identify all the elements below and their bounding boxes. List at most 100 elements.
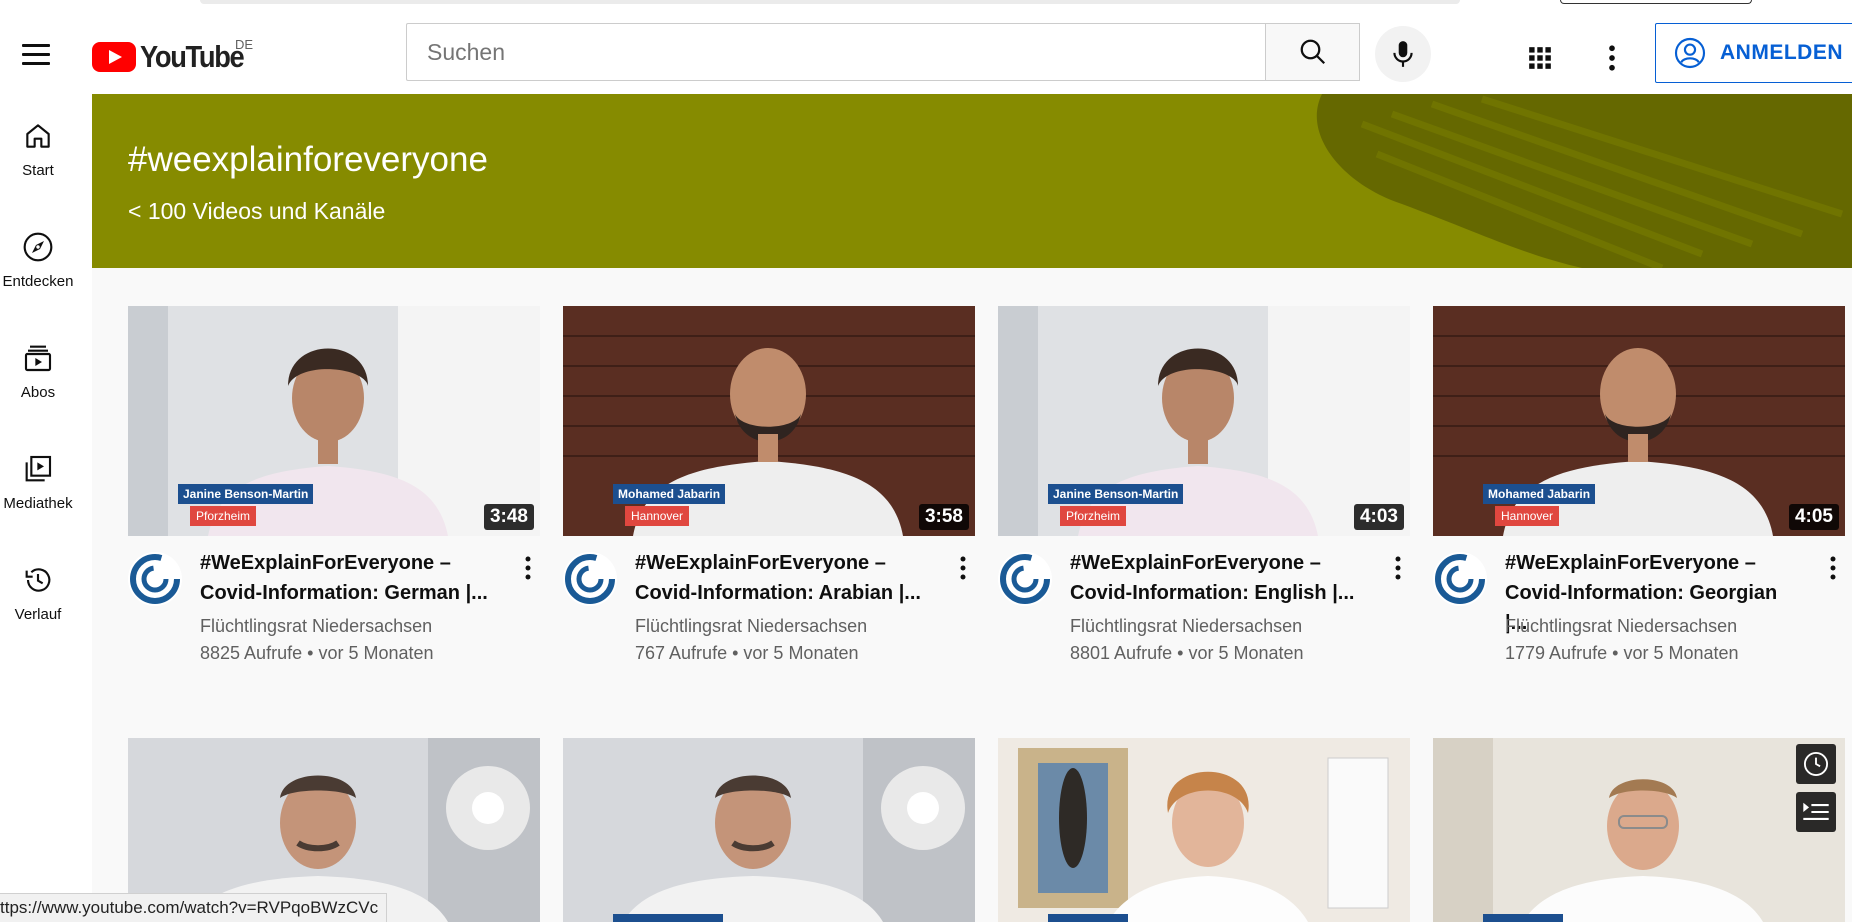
mic-icon [1393,41,1413,67]
sidebar-item-start[interactable]: Start [0,94,76,194]
apps-grid-icon [1529,47,1551,69]
account-icon [1674,37,1706,69]
video-thumbnail[interactable] [998,738,1410,922]
video-stats: 767 Aufrufe • vor 5 Monaten [635,643,859,664]
view-count: 1779 Aufrufe [1505,643,1608,663]
thumbnail-image [1433,738,1845,922]
compass-icon [23,232,53,262]
watch-later-icon [1803,751,1829,777]
home-icon [26,124,50,148]
add-to-queue-icon [1803,802,1829,820]
meta-separator: • [732,643,739,663]
channel-avatar[interactable] [998,552,1052,606]
video-thumbnail[interactable]: Mohamed Jabarin Hannover 4:05 [1433,306,1845,536]
video-thumbnail[interactable]: Janine Benson-Martin Pforzheim 3:48 [128,306,540,536]
masthead: YouTube DE ANMELDEN [0,10,1852,94]
duration-badge: 4:05 [1788,504,1839,530]
video-card: Mohamed Jabarin Hannover 3:58 #WeExplain… [563,306,975,686]
sidebar-item-label: Entdecken [2,273,74,290]
search-button[interactable] [1265,23,1360,81]
sidebar-item-label: Abos [20,384,56,401]
sidebar-item-label: Mediathek [3,495,73,512]
menu-icon[interactable] [18,38,58,65]
add-to-queue-button[interactable] [1796,792,1836,832]
hashtag-banner: #weexplainforeveryone < 100 Videos und K… [92,94,1852,268]
more-vert-icon [525,556,531,580]
upload-age: vor 5 Monaten [743,643,859,663]
search-input[interactable] [407,24,1266,80]
video-title[interactable]: #WeExplainForEveryone – Covid-Informatio… [1070,548,1360,608]
sidebar-item-verlauf[interactable]: Verlauf [0,538,76,638]
link-status-bar: ttps://www.youtube.com/watch?v=RVPqoBWzC… [0,893,388,922]
video-menu-button[interactable] [1823,552,1843,584]
video-meta: #WeExplainForEveryone – Covid-Informatio… [998,536,1410,686]
video-meta: #WeExplainForEveryone – Covid-Informatio… [1433,536,1845,686]
more-vert-icon [1830,556,1836,580]
view-count: 8825 Aufrufe [200,643,303,663]
video-thumbnail[interactable] [563,738,975,922]
voice-search-button[interactable] [1375,26,1431,82]
channel-name[interactable]: Flüchtlingsrat Niedersachsen [1070,616,1302,637]
video-menu-button[interactable] [1388,552,1408,584]
video-card: Janine Benson-Martin Pforzheim 4:03 #WeE… [998,306,1410,686]
channel-avatar[interactable] [563,552,617,606]
brush-stroke-decoration [1316,94,1852,268]
youtube-logo[interactable]: YouTube DE [92,37,258,74]
thumbnail-image [563,738,975,922]
upload-age: vor 5 Monaten [318,643,434,663]
channel-name[interactable]: Flüchtlingsrat Niedersachsen [635,616,867,637]
meta-separator: • [307,643,314,663]
sidebar-item-abos[interactable]: Abos [0,316,76,416]
video-card: Mohamed Jabarin Hannover 4:05 #WeExplain… [1433,306,1845,686]
browser-top-strip [0,0,1852,10]
lower-third-city: Pforzheim [190,506,257,526]
video-card: Janine Benson-Martin Pforzheim 3:48 #WeE… [128,306,540,686]
video-title[interactable]: #WeExplainForEveryone – Covid-Informatio… [200,548,490,608]
meta-separator: • [1177,643,1184,663]
sidebar-item-label: Verlauf [14,606,62,623]
lower-third-city: Hannover [625,506,690,526]
scroll-indicator [200,0,1460,4]
video-thumbnail[interactable]: Mohamed Jabarin Hannover 3:58 [563,306,975,536]
search-icon [1300,39,1325,65]
lower-third-city: Pforzheim [1060,506,1127,526]
lower-third-name: Mohamed Jabarin [1483,484,1596,504]
video-meta: #WeExplainForEveryone – Covid-Informatio… [563,536,975,686]
logo-text: YouTube [140,39,245,74]
lower-third-city: Hannover [1495,506,1560,526]
video-menu-button[interactable] [518,552,538,584]
channel-name[interactable]: Flüchtlingsrat Niedersachsen [200,616,432,637]
signin-label: ANMELDEN [1720,41,1843,64]
watch-later-button[interactable] [1796,744,1836,784]
sidebar-item-entdecken[interactable]: Entdecken [0,205,76,305]
video-thumbnail[interactable]: Janine Benson-Martin Pforzheim 4:03 [998,306,1410,536]
history-icon [25,568,51,592]
youtube-play-icon [92,42,136,72]
channel-avatar[interactable] [1433,552,1487,606]
video-stats: 1779 Aufrufe • vor 5 Monaten [1505,643,1739,664]
channel-avatar[interactable] [128,552,182,606]
video-title[interactable]: #WeExplainForEveryone – Covid-Informatio… [635,548,925,608]
video-menu-button[interactable] [953,552,973,584]
lower-third-name: Janine Benson-Martin [1048,484,1184,504]
sidebar-item-label: Start [22,162,54,179]
country-code: DE [235,37,254,52]
settings-more-button[interactable] [1592,38,1632,78]
subscriptions-icon [24,345,52,372]
video-stats: 8825 Aufrufe • vor 5 Monaten [200,643,434,664]
thumbnail-image [998,738,1410,922]
more-vert-icon [1395,556,1401,580]
channel-name[interactable]: Flüchtlingsrat Niedersachsen [1505,616,1737,637]
video-card [563,738,975,922]
sidebar-item-mediathek[interactable]: Mediathek [0,427,76,527]
apps-button[interactable] [1520,38,1560,78]
search-box [406,23,1266,81]
hashtag-title: #weexplainforeveryone [128,140,488,179]
lower-third-name: Janine Benson-Martin [178,484,314,504]
video-thumbnail[interactable] [1433,738,1845,922]
signin-button[interactable]: ANMELDEN [1655,23,1852,83]
lower-third-name: Mohamed Jabarin [613,484,726,504]
upload-age: vor 5 Monaten [1623,643,1739,663]
more-vert-icon [960,556,966,580]
video-meta: #WeExplainForEveryone – Covid-Informatio… [128,536,540,686]
